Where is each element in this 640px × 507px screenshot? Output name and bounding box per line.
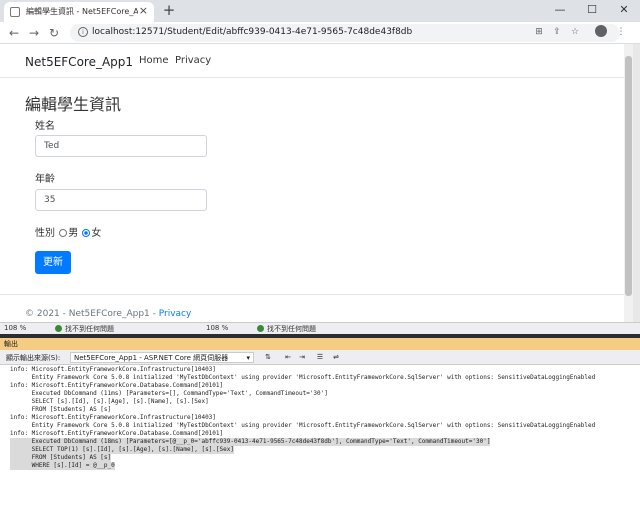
status-right: 找不到任何問題 [257,324,316,334]
minimize-button[interactable]: — [545,0,575,22]
output-line: info: Microsoft.EntityFrameworkCore.Infr… [10,366,216,373]
output-source-select[interactable]: Net5EFCore_App1 - ASP.NET Core 網頁伺服器 ▾ [70,352,254,363]
output-text-area[interactable]: info: Microsoft.EntityFrameworkCore.Infr… [0,365,640,507]
info-icon[interactable]: i [78,27,88,37]
site-navbar: Net5EFCore_App1 Home Privacy [0,44,624,78]
output-line: info: Microsoft.EntityFrameworkCore.Infr… [10,414,216,421]
gender-male-radio[interactable] [59,229,68,237]
tab-title: 編輯學生資訊 - Net5EFCore_App1 [26,7,138,16]
menu-icon[interactable]: ⋮ [614,25,628,39]
gender-male-label[interactable]: 男 [68,228,78,239]
forward-arrow-icon[interactable]: → [26,25,42,41]
output-line-selected: WHERE [s].[Id] = @__p_0 [10,462,115,470]
zoom-right[interactable]: 108 % [206,324,228,332]
name-label: 姓名 [35,121,55,132]
scrollbar-thumb[interactable] [625,56,632,296]
footer-copyright: © 2021 - Net5EFCore_App1 - [25,309,159,319]
gender-female-radio[interactable] [82,229,91,237]
translate-icon[interactable]: ⊞ [532,25,546,39]
output-line-selected: Executed DbCommand (18ms) [Parameters=[@… [10,438,491,446]
clear-icon[interactable]: ☰ [314,353,326,363]
gender-row: 性別 男 女 [35,224,101,239]
star-icon[interactable]: ☆ [568,25,582,39]
output-line: Entity Framework Core 5.0.8 initialized … [10,374,596,381]
page-title: 編輯學生資訊 [25,95,122,114]
next-message-icon[interactable]: ⇥ [296,353,308,363]
reload-icon[interactable]: ↻ [46,25,62,41]
output-line: info: Microsoft.EntityFrameworkCore.Data… [10,430,224,437]
browser-toolbar: ← → ↻ i localhost:12571/Student/Edit/abf… [0,22,640,44]
output-source-label: 顯示輸出來源(S): [6,354,61,362]
site-footer: © 2021 - Net5EFCore_App1 - Privacy [0,294,624,322]
close-icon[interactable]: × [139,4,148,17]
output-line-selected: FROM [Students] AS [s] [10,454,112,462]
nav-link-privacy[interactable]: Privacy [175,55,211,66]
web-page: Net5EFCore_App1 Home Privacy 編輯學生資訊 姓名 T… [0,44,624,322]
prev-message-icon[interactable]: ⇤ [282,353,294,363]
output-toolbar: 顯示輸出來源(S): Net5EFCore_App1 - ASP.NET Cor… [0,350,640,365]
check-circle-icon [55,325,62,332]
close-window-button[interactable]: ✕ [609,0,639,22]
output-line: FROM [Students] AS [s] [10,406,112,413]
browser-tab[interactable]: 編輯學生資訊 - Net5EFCore_App1 × [4,2,154,22]
plus-icon[interactable]: + [160,1,178,19]
status-left-text: 找不到任何問題 [65,325,114,333]
zoom-left[interactable]: 108 % [4,324,26,332]
status-right-text: 找不到任何問題 [267,325,316,333]
gender-label: 性別 [35,228,55,239]
status-left: 找不到任何問題 [55,324,114,334]
output-line: info: Microsoft.EntityFrameworkCore.Data… [10,382,224,389]
gender-female-label[interactable]: 女 [91,228,101,239]
back-arrow-icon[interactable]: ← [6,25,22,41]
footer-text: © 2021 - Net5EFCore_App1 - Privacy [25,309,191,319]
footer-privacy-link[interactable]: Privacy [159,309,192,319]
output-line: SELECT [s].[Id], [s].[Age], [s].[Name], … [10,398,209,405]
output-source-value: Net5EFCore_App1 - ASP.NET Core 網頁伺服器 [74,354,229,362]
name-input[interactable]: Ted [35,135,207,157]
age-input[interactable]: 35 [35,189,207,211]
maximize-button[interactable]: ☐ [577,0,607,22]
editor-status-strip: 108 % 找不到任何問題 108 % 找不到任何問題 [0,322,640,334]
output-panel-title: 輸出 [0,338,640,350]
side-panel-strip [633,44,640,322]
output-line: Executed DbCommand (11ms) [Parameters=[]… [10,390,328,397]
share-icon[interactable]: ⇪ [550,25,564,39]
chevron-down-icon: ▾ [246,354,250,362]
filter-icon[interactable]: ⇅ [262,353,274,363]
page-icon [10,7,20,17]
wrap-icon[interactable]: ⇌ [330,353,342,363]
age-label: 年齡 [35,174,55,185]
profile-icon[interactable] [594,25,608,39]
output-line: Entity Framework Core 5.0.8 initialized … [10,422,596,429]
url-text[interactable]: localhost:12571/Student/Edit/abffc939-04… [92,27,412,37]
navbar-brand[interactable]: Net5EFCore_App1 [25,55,133,69]
nav-link-home[interactable]: Home [139,55,169,66]
output-line-selected: SELECT TOP(1) [s].[Id], [s].[Age], [s].[… [10,446,234,454]
update-button[interactable]: 更新 [35,251,71,274]
check-circle-icon [257,325,264,332]
